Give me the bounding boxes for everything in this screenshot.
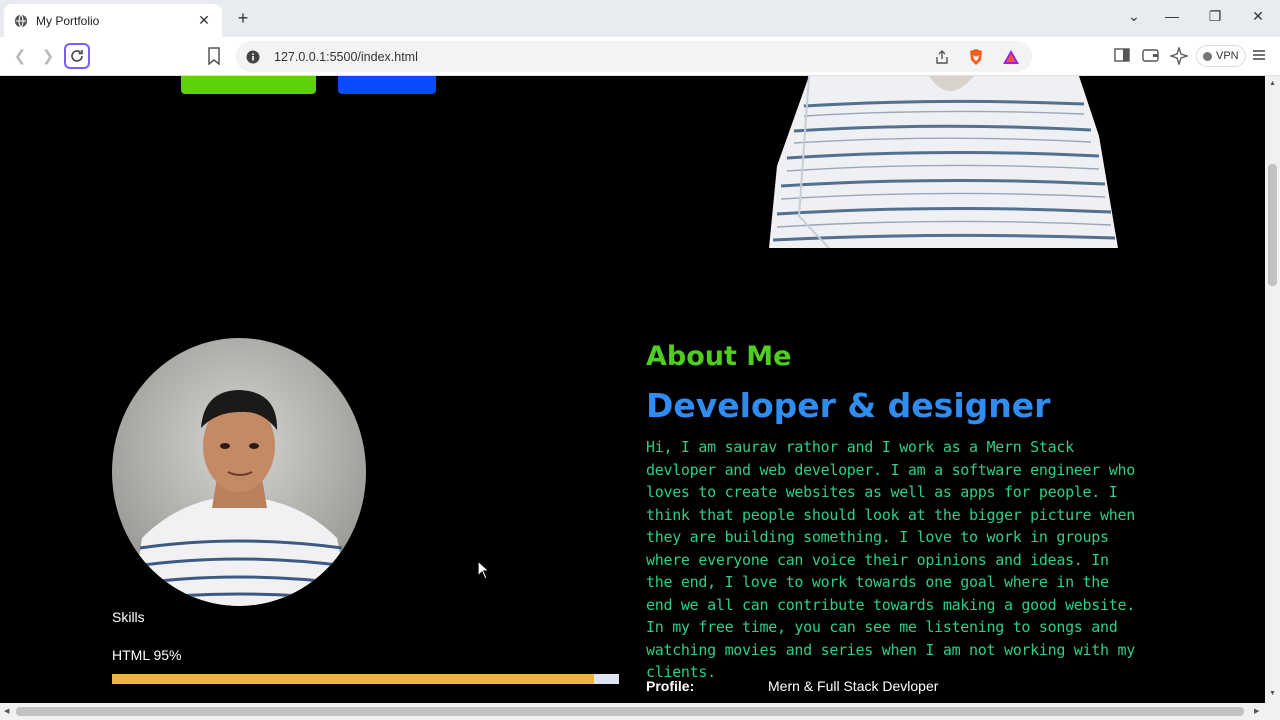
hero-primary-button[interactable] bbox=[181, 76, 316, 94]
brave-rewards-icon[interactable] bbox=[1002, 49, 1020, 65]
page-viewport: Skills HTML 95% About Me Developer & des… bbox=[0, 76, 1265, 703]
back-icon[interactable]: ❮ bbox=[9, 46, 31, 68]
vertical-scroll-thumb[interactable] bbox=[1268, 164, 1277, 286]
tab-bar: My Portfolio ✕ + ⌄ — ❐ ✕ bbox=[0, 0, 1280, 37]
profile-label: Profile: bbox=[646, 678, 695, 694]
hero-photo bbox=[769, 76, 1118, 248]
sidebar-icon[interactable] bbox=[1114, 47, 1130, 63]
scroll-right-icon[interactable]: ▶ bbox=[1254, 707, 1259, 715]
tab-search-icon[interactable]: ⌄ bbox=[1122, 8, 1146, 25]
hero-secondary-button[interactable] bbox=[338, 76, 436, 94]
vertical-scrollbar[interactable]: ▲ ▼ bbox=[1265, 76, 1280, 703]
horizontal-scroll-thumb[interactable] bbox=[16, 707, 1244, 716]
minimize-icon[interactable]: — bbox=[1160, 8, 1184, 24]
about-heading: About Me bbox=[646, 341, 792, 372]
profile-photo bbox=[112, 338, 366, 606]
url-text: 127.0.0.1:5500/index.html bbox=[274, 49, 418, 64]
share-icon[interactable] bbox=[934, 49, 950, 65]
mouse-cursor-icon bbox=[477, 560, 491, 580]
close-tab-icon[interactable]: ✕ bbox=[196, 12, 212, 29]
reload-icon bbox=[71, 50, 83, 62]
brave-shield-icon[interactable] bbox=[968, 48, 984, 66]
profile-value: Mern & Full Stack Devloper bbox=[768, 678, 939, 694]
vpn-label: VPN bbox=[1216, 50, 1239, 62]
horizontal-scrollbar[interactable]: ◀ ▶ bbox=[0, 703, 1265, 720]
about-paragraph: Hi, I am saurav rathor and I work as a M… bbox=[646, 438, 1135, 681]
globe-icon bbox=[14, 14, 28, 27]
restore-icon[interactable]: ❐ bbox=[1203, 8, 1227, 25]
skill-html-label: HTML 95% bbox=[112, 647, 182, 663]
vpn-status-icon bbox=[1203, 51, 1212, 61]
menu-icon[interactable] bbox=[1251, 47, 1267, 63]
skill-html-progress bbox=[112, 674, 619, 684]
scrollbar-corner bbox=[1265, 703, 1280, 720]
scroll-left-icon[interactable]: ◀ bbox=[4, 707, 9, 715]
tab-my-portfolio[interactable]: My Portfolio ✕ bbox=[4, 4, 222, 37]
bookmark-icon[interactable] bbox=[206, 47, 222, 65]
leo-ai-icon[interactable] bbox=[1170, 47, 1188, 65]
skills-heading: Skills bbox=[112, 609, 145, 625]
close-window-icon[interactable]: ✕ bbox=[1246, 8, 1270, 25]
new-tab-icon[interactable]: + bbox=[234, 8, 252, 29]
about-subheading: Developer & designer bbox=[646, 386, 1051, 425]
skill-html-progress-fill bbox=[112, 674, 594, 684]
scroll-down-icon[interactable]: ▼ bbox=[1269, 690, 1276, 697]
browser-toolbar: ❮ ❯ 127.0.0.1:5500/index.html VPN bbox=[0, 37, 1280, 76]
reload-button[interactable] bbox=[64, 43, 90, 69]
scroll-up-icon[interactable]: ▲ bbox=[1269, 80, 1276, 87]
address-bar[interactable]: 127.0.0.1:5500/index.html bbox=[236, 41, 1032, 72]
wallet-icon[interactable] bbox=[1142, 47, 1160, 63]
vpn-button[interactable]: VPN bbox=[1196, 45, 1246, 67]
forward-icon[interactable]: ❯ bbox=[37, 46, 59, 68]
site-info-icon[interactable] bbox=[246, 50, 260, 64]
tab-title: My Portfolio bbox=[36, 13, 100, 28]
